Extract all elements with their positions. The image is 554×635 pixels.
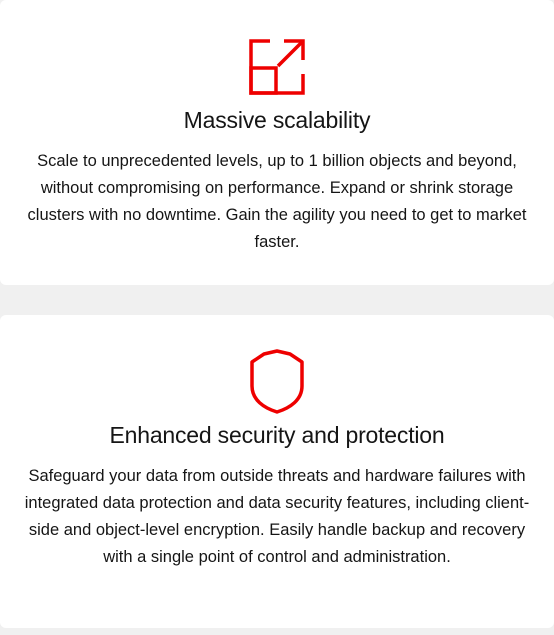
feature-card-scalability: Massive scalability Scale to unprecedent… xyxy=(0,0,554,285)
feature-title: Massive scalability xyxy=(183,107,371,133)
expand-arrows-icon xyxy=(248,38,306,96)
feature-description: Safeguard your data from outside threats… xyxy=(24,467,530,566)
feature-title: Enhanced security and protection xyxy=(109,422,445,448)
feature-card-security: Enhanced security and protection Safegua… xyxy=(0,315,554,628)
feature-description: Scale to unprecedented levels, up to 1 b… xyxy=(27,152,527,251)
shield-icon xyxy=(248,348,306,414)
